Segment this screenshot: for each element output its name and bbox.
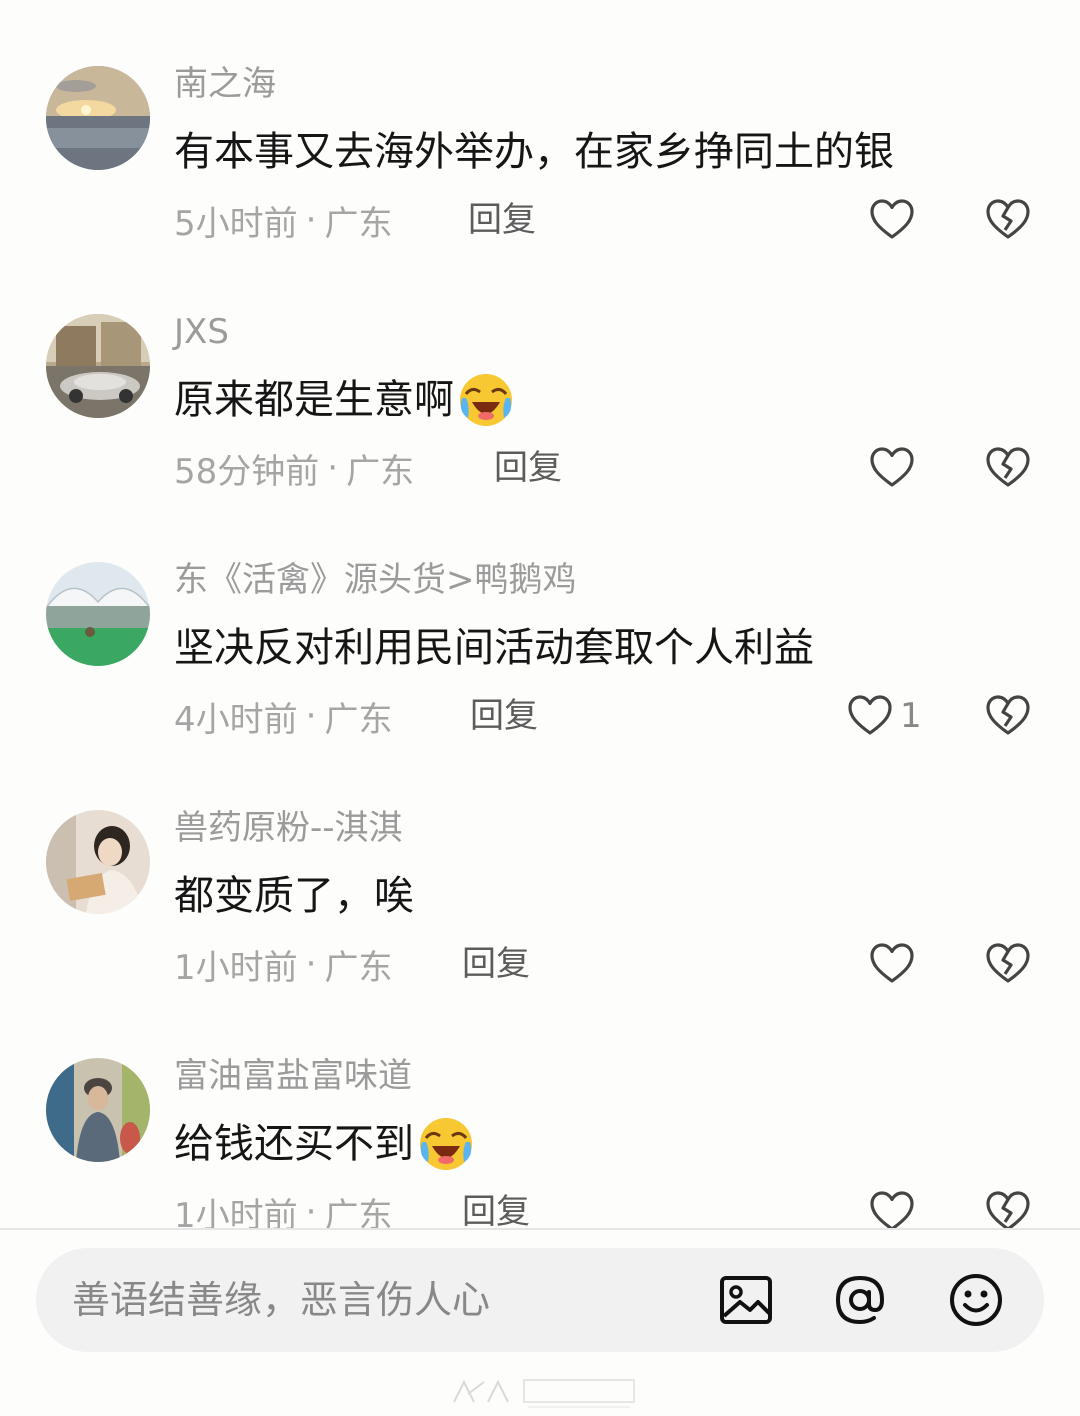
laughing-crying-emoji-icon: [418, 1116, 474, 1172]
watermark-logo: [444, 1372, 644, 1412]
comment-text-content: 原来都是生意啊: [174, 377, 454, 423]
avatar-image: [46, 810, 150, 914]
meta-separator: ·: [305, 696, 317, 736]
avatar[interactable]: [46, 314, 150, 418]
comment-text: 给钱还买不到: [174, 1116, 474, 1172]
broken-heart-icon: [984, 444, 1032, 492]
heart-icon: [868, 196, 916, 244]
input-placeholder: 善语结善缘，恶言伤人心: [72, 1278, 491, 1322]
like-count: 1: [900, 696, 922, 736]
like-button[interactable]: [868, 936, 922, 992]
heart-icon: [846, 692, 894, 740]
avatar[interactable]: [46, 1058, 150, 1162]
username[interactable]: 东《活禽》源头货>鸭鹅鸡: [174, 558, 577, 602]
meta-separator: ·: [305, 200, 317, 240]
reply-button[interactable]: 回复: [470, 692, 538, 740]
comment-location: 广东: [324, 699, 393, 740]
broken-heart-icon: [984, 196, 1032, 244]
comment-meta: 1小时前 · 广东: [174, 940, 392, 988]
comment-location: 广东: [324, 203, 393, 244]
like-button[interactable]: [868, 192, 922, 248]
avatar-image: [46, 1058, 150, 1162]
avatar[interactable]: [46, 66, 150, 170]
like-button[interactable]: [868, 440, 922, 496]
avatar[interactable]: [46, 562, 150, 666]
comment-meta: 5小时前 · 广东: [174, 196, 392, 244]
like-button[interactable]: 1: [846, 688, 922, 744]
image-icon[interactable]: [718, 1272, 774, 1328]
avatar[interactable]: [46, 810, 150, 914]
username[interactable]: 富油富盐富味道: [174, 1054, 412, 1098]
avatar-image: [46, 66, 150, 170]
dislike-button[interactable]: [984, 688, 1032, 744]
comment-meta: 58分钟前 · 广东: [174, 444, 414, 492]
reply-button[interactable]: 回复: [462, 1188, 530, 1228]
comment-meta: 4小时前 · 广东: [174, 692, 392, 740]
comment-item: 富油富盐富味道 给钱还买不到 1小时前 · 广东 回复: [0, 1054, 1080, 1228]
dislike-button[interactable]: [984, 1184, 1032, 1228]
at-icon[interactable]: [832, 1272, 888, 1328]
reply-button[interactable]: 回复: [462, 940, 530, 988]
meta-separator: ·: [305, 1192, 317, 1228]
comment-text: 都变质了，唉: [174, 868, 414, 924]
avatar-image: [46, 562, 150, 666]
username[interactable]: 南之海: [174, 62, 276, 106]
reply-button[interactable]: 回复: [494, 444, 562, 492]
laughing-crying-emoji-icon: [458, 372, 514, 428]
dislike-button[interactable]: [984, 440, 1032, 496]
comment-input[interactable]: 善语结善缘，恶言伤人心: [36, 1248, 1044, 1352]
comment-time: 1小时前: [174, 1195, 298, 1229]
heart-icon: [868, 1188, 916, 1228]
comment-text-content: 坚决反对利用民间活动套取个人利益: [174, 625, 814, 671]
username[interactable]: JXS: [174, 310, 229, 354]
meta-separator: ·: [305, 944, 317, 984]
broken-heart-icon: [984, 692, 1032, 740]
comment-location: 广东: [324, 947, 393, 988]
comment-text: 坚决反对利用民间活动套取个人利益: [174, 620, 814, 676]
comment-time: 1小时前: [174, 947, 298, 988]
comment-list[interactable]: 南之海 有本事又去海外举办，在家乡挣同土的银 5小时前 · 广东 回复 JXS …: [0, 0, 1080, 1228]
comment-item: 南之海 有本事又去海外举办，在家乡挣同土的银 5小时前 · 广东 回复: [0, 62, 1080, 310]
username[interactable]: 兽药原粉--淇淇: [174, 806, 403, 850]
avatar-image: [46, 314, 150, 418]
heart-icon: [868, 444, 916, 492]
comment-time: 5小时前: [174, 203, 298, 244]
comment-location: 广东: [324, 1195, 393, 1229]
comment-item: 兽药原粉--淇淇 都变质了，唉 1小时前 · 广东 回复: [0, 806, 1080, 1054]
comment-time: 58分钟前: [174, 451, 320, 492]
comment-location: 广东: [346, 451, 415, 492]
comment-text-content: 给钱还买不到: [174, 1121, 414, 1167]
reply-button[interactable]: 回复: [468, 196, 536, 244]
comment-item: JXS 原来都是生意啊 58分钟前 · 广东 回复: [0, 310, 1080, 558]
comment-text-content: 有本事又去海外举办，在家乡挣同土的银: [174, 129, 894, 175]
dislike-button[interactable]: [984, 936, 1032, 992]
comment-time: 4小时前: [174, 699, 298, 740]
meta-separator: ·: [327, 448, 339, 488]
dislike-button[interactable]: [984, 192, 1032, 248]
heart-icon: [868, 940, 916, 988]
comment-input-bar: 善语结善缘，恶言伤人心: [0, 1228, 1080, 1416]
smiley-icon[interactable]: [948, 1272, 1004, 1328]
comment-text: 有本事又去海外举办，在家乡挣同土的银: [174, 124, 894, 180]
comment-item: 东《活禽》源头货>鸭鹅鸡 坚决反对利用民间活动套取个人利益 4小时前 · 广东 …: [0, 558, 1080, 806]
broken-heart-icon: [984, 940, 1032, 988]
comment-meta: 1小时前 · 广东: [174, 1188, 392, 1228]
comment-text: 原来都是生意啊: [174, 372, 514, 428]
like-button[interactable]: [868, 1184, 922, 1228]
broken-heart-icon: [984, 1188, 1032, 1228]
comment-text-content: 都变质了，唉: [174, 873, 414, 919]
